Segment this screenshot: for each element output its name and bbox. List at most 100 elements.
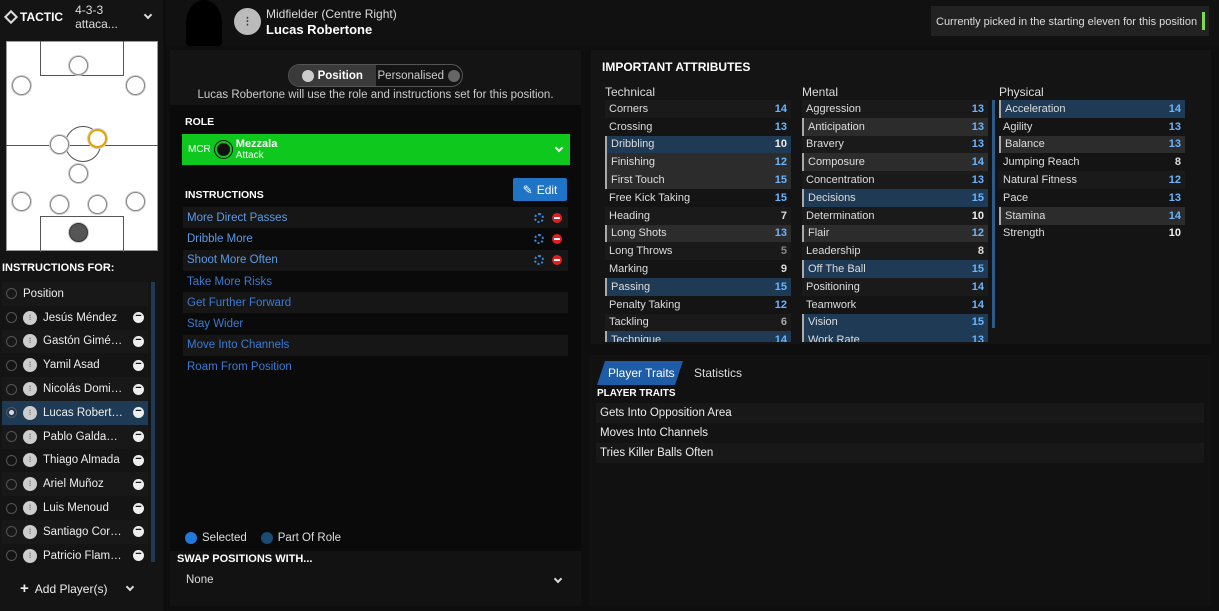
player-list-item[interactable]: ⁝ Santiago Coronel − — [2, 519, 148, 544]
radio-icon[interactable] — [6, 359, 17, 371]
attribute-name: Anticipation — [808, 120, 865, 133]
toggle-personalised[interactable]: Personalised — [376, 65, 463, 86]
instruction-item[interactable]: Dribble More — [183, 228, 568, 249]
attribute-row: Anticipation 13 — [802, 117, 988, 136]
attribute-row: First Touch 15 — [605, 171, 791, 189]
column-heading: Physical — [999, 85, 1044, 99]
tactic-select[interactable]: 4-3-3 attaca... — [75, 3, 141, 31]
player-name[interactable]: Lucas Robertone — [266, 22, 372, 37]
player-list-item[interactable]: ⁝ Gastón Giménez − — [2, 329, 148, 354]
remove-icon[interactable]: − — [133, 549, 144, 562]
radio-icon[interactable] — [6, 502, 17, 514]
radio-icon[interactable] — [6, 383, 17, 395]
tab-statistics[interactable]: Statistics — [694, 366, 742, 380]
player-list-item[interactable]: ⁝ Luis Menoud − — [2, 496, 148, 520]
player-avatar-icon: ⁝ — [23, 453, 37, 468]
remove-icon[interactable]: − — [133, 382, 144, 395]
tab-player-traits[interactable]: Player Traits — [597, 361, 683, 385]
remove-icon[interactable]: − — [133, 525, 144, 538]
position-dot[interactable] — [12, 76, 31, 95]
attribute-row: Crossing 13 — [605, 118, 791, 136]
attribute-row: Concentration 13 — [802, 171, 988, 189]
attribute-value: 14 — [774, 334, 787, 342]
player-list-item[interactable]: ⁝ Patricio Flamen... − — [2, 544, 148, 568]
player-list-name: Lucas Robertone — [43, 406, 127, 419]
position-dot[interactable] — [69, 164, 88, 183]
position-dot[interactable] — [88, 195, 107, 214]
radio-icon[interactable] — [6, 312, 17, 324]
attribute-name: Heading — [609, 209, 650, 222]
instruction-item[interactable]: More Direct Passes — [183, 207, 568, 229]
radio-icon[interactable] — [6, 407, 17, 419]
legend-part-of-role-label: Part Of Role — [277, 532, 342, 544]
position-dot[interactable] — [12, 192, 31, 211]
player-list-item[interactable]: ⁝ Lucas Robertone − — [2, 400, 148, 425]
chevron-down-icon[interactable] — [126, 582, 135, 591]
player-avatar-icon: ⁝ — [23, 477, 37, 492]
attribute-row: Positioning 14 — [802, 277, 988, 296]
attribute-row: Long Shots 13 — [605, 224, 791, 243]
position-dot-selected[interactable] — [88, 129, 107, 148]
tactic-bar[interactable]: TACTIC 4-3-3 attaca... — [0, 0, 163, 34]
player-avatar-icon: ⁝ — [23, 524, 37, 539]
position-toggle[interactable]: Position Personalised — [288, 64, 463, 87]
add-player-button[interactable]: + Add Player(s) — [20, 580, 135, 597]
swap-select[interactable]: None — [186, 574, 214, 586]
position-dot[interactable] — [69, 56, 88, 75]
player-list-item[interactable]: ⁝ Ariel Muñoz − — [2, 472, 148, 497]
attribute-value: 14 — [971, 280, 984, 293]
attribute-row: Work Rate 13 — [802, 331, 988, 342]
tactic-pitch[interactable] — [6, 41, 158, 252]
instruction-item[interactable]: Shoot More Often — [183, 249, 568, 271]
remove-instruction-icon[interactable] — [552, 233, 562, 244]
edit-button[interactable]: ✎ Edit — [513, 178, 567, 201]
instruction-item[interactable]: Stay Wider — [183, 313, 568, 334]
instruction-item[interactable]: Move Into Channels — [183, 334, 568, 357]
player-list-item[interactable]: ⁝ Pablo Galdames − — [2, 424, 148, 449]
remove-icon[interactable]: − — [133, 501, 144, 514]
player-list-item[interactable]: ⁝ Yamil Asad − — [2, 353, 148, 377]
radio-icon[interactable] — [6, 550, 17, 562]
chevron-down-icon[interactable] — [554, 143, 564, 152]
radio-icon[interactable] — [6, 335, 17, 347]
remove-icon[interactable]: − — [133, 334, 144, 347]
player-list-item[interactable]: ⁝ Thiago Almada − — [2, 449, 148, 473]
remove-instruction-icon[interactable] — [552, 255, 562, 266]
gear-icon[interactable] — [534, 212, 544, 223]
radio-icon[interactable] — [6, 526, 17, 538]
goalkeeper-dot[interactable] — [69, 223, 88, 242]
remove-instruction-icon[interactable] — [552, 212, 562, 223]
swap-heading: SWAP POSITIONS WITH... — [177, 553, 313, 565]
radio-icon[interactable] — [6, 431, 17, 443]
position-dot[interactable] — [126, 76, 145, 95]
attribute-row: Passing 15 — [605, 277, 791, 296]
role-select[interactable]: MCR Mezzala Attack — [182, 134, 570, 165]
remove-icon[interactable]: − — [133, 453, 144, 466]
remove-icon[interactable]: − — [133, 311, 144, 324]
radio-icon[interactable] — [6, 288, 17, 300]
toggle-position[interactable]: Position — [289, 65, 376, 86]
instruction-item[interactable]: Take More Risks — [183, 271, 568, 292]
position-dot[interactable] — [50, 195, 69, 214]
attribute-value: 15 — [774, 174, 787, 187]
chevron-down-icon[interactable] — [143, 10, 153, 20]
player-list-item[interactable]: ⁝ Nicolás Doming... − — [2, 377, 148, 401]
radio-icon[interactable] — [6, 454, 17, 466]
remove-icon[interactable]: − — [133, 430, 144, 443]
position-dot[interactable] — [50, 135, 69, 154]
remove-icon[interactable]: − — [133, 477, 144, 490]
attribute-value: 12 — [774, 156, 787, 169]
player-list-scrollbar[interactable] — [151, 282, 155, 562]
instruction-item[interactable]: Get Further Forward — [183, 292, 568, 314]
remove-icon[interactable]: − — [133, 406, 144, 419]
position-dot[interactable] — [126, 192, 145, 211]
radio-icon[interactable] — [6, 478, 17, 490]
gear-icon[interactable] — [534, 255, 544, 266]
player-list-item[interactable]: Position — [2, 282, 148, 306]
player-list-item[interactable]: ⁝ Jesús Méndez − — [2, 306, 148, 330]
attributes-scrollbar[interactable] — [992, 100, 995, 328]
player-list-name: Luis Menoud — [43, 502, 109, 515]
gear-icon[interactable] — [534, 233, 544, 244]
remove-icon[interactable]: − — [133, 358, 144, 371]
instruction-item[interactable]: Roam From Position — [183, 356, 568, 377]
